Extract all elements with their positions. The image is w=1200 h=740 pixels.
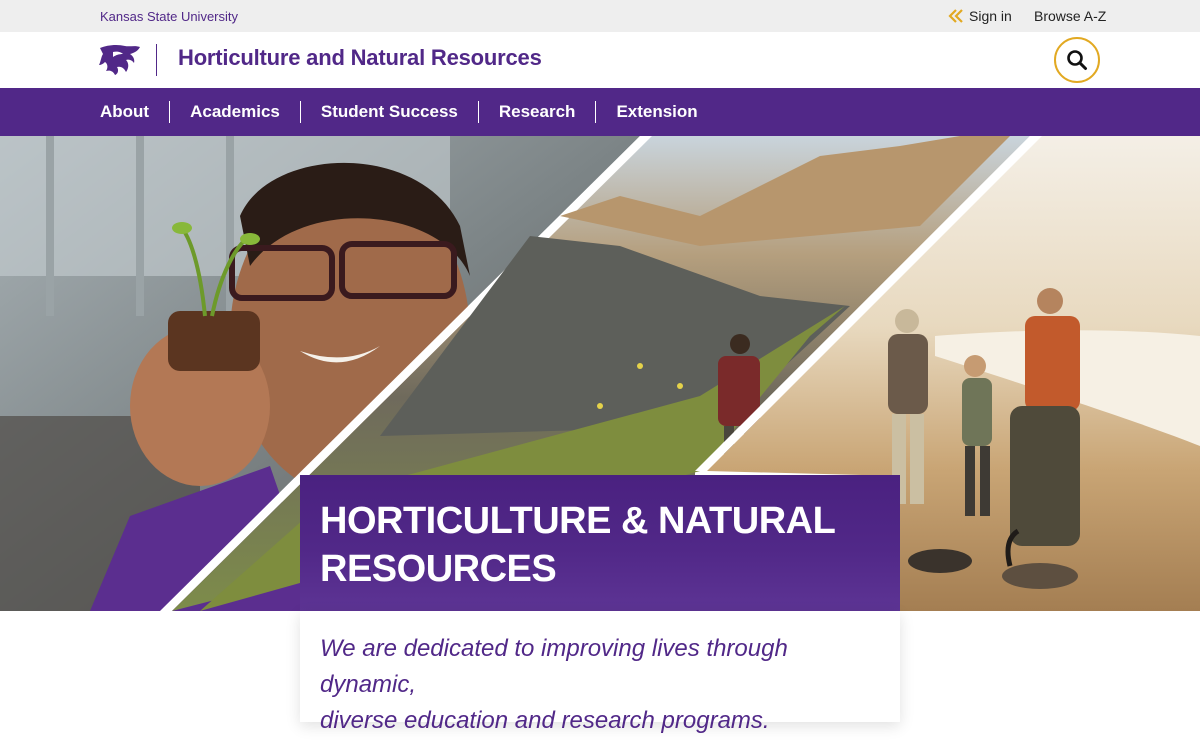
nav-item-about[interactable]: About	[100, 101, 169, 123]
tagline-box: We are dedicated to improving lives thro…	[300, 611, 900, 734]
hero-title-line-1: HORTICULTURE & NATURAL	[320, 500, 836, 542]
search-button[interactable]	[1054, 37, 1100, 83]
nav-item-academics[interactable]: Academics	[169, 101, 300, 123]
hero-title-box: HORTICULTURE & NATURAL RESOURCES	[300, 475, 900, 611]
sign-in-link[interactable]: Sign in	[948, 8, 1012, 24]
tagline-line-1: We are dedicated to improving lives thro…	[320, 635, 788, 698]
logo-divider	[156, 44, 157, 76]
nav-item-student-success[interactable]: Student Success	[299, 101, 478, 123]
tagline-line-2: diverse education and research programs.	[320, 707, 770, 734]
hero-title-line-2: RESOURCES	[320, 548, 557, 590]
sign-in-label: Sign in	[969, 8, 1012, 24]
site-title[interactable]: Horticulture and Natural Resources	[178, 45, 542, 71]
main-nav: About Academics Student Success Research…	[0, 88, 1200, 136]
double-chevron-left-icon	[948, 9, 963, 23]
browse-a-z-link[interactable]: Browse A-Z	[1034, 8, 1106, 24]
search-icon	[1067, 50, 1087, 70]
utility-bar: Kansas State University Sign in Browse A…	[0, 0, 1200, 32]
site-header: Horticulture and Natural Resources	[0, 32, 1200, 88]
nav-item-extension[interactable]: Extension	[595, 101, 717, 123]
powercat-logo-icon[interactable]	[99, 44, 141, 76]
nav-item-research[interactable]: Research	[477, 101, 596, 123]
university-link[interactable]: Kansas State University	[100, 9, 238, 24]
